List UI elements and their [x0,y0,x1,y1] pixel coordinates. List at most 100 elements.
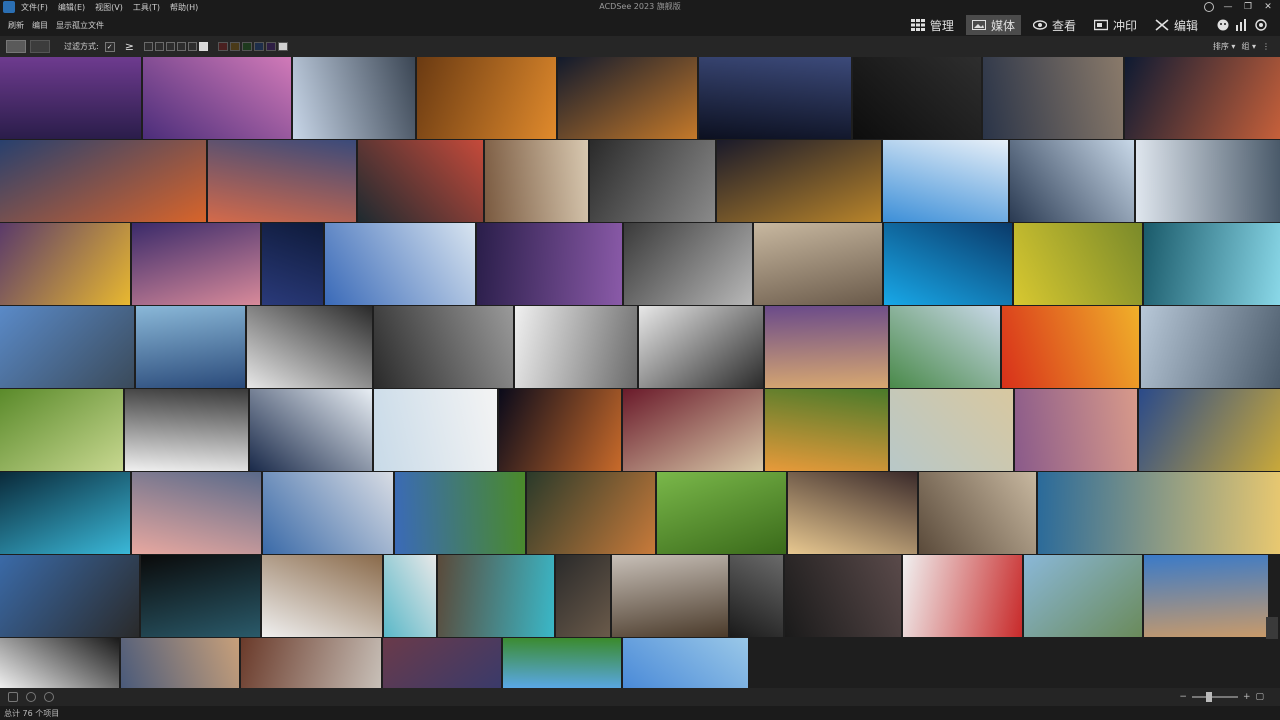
rotate-right-icon[interactable] [44,692,54,702]
thumbnail-item[interactable] [358,140,483,222]
tab-edit[interactable]: 编辑 [1149,15,1204,35]
more-icon[interactable]: ⋮ [1262,42,1270,51]
tab-develop[interactable]: 冲印 [1088,15,1143,35]
label-green-box[interactable] [241,42,252,51]
thumbnail-item[interactable] [765,389,888,471]
thumbnail-item[interactable] [623,638,748,688]
thumbnail-item[interactable] [1024,555,1142,637]
thumbnail-item[interactable] [263,472,393,554]
thumbnail-item[interactable] [527,472,655,554]
tab-view[interactable]: 查看 [1027,15,1082,35]
label-none-box[interactable] [277,42,288,51]
thumbnail-item[interactable] [1015,389,1137,471]
thumbnail-item[interactable] [136,306,245,388]
thumbnail-item[interactable] [890,306,1000,388]
tab-extra-tools[interactable] [1210,15,1274,35]
thumbnail-item[interactable] [503,638,621,688]
refresh-button[interactable]: 刷新 [8,20,24,31]
rating-1-box[interactable] [143,42,153,51]
thumbnail-item[interactable] [1038,472,1280,554]
filter-checkbox[interactable]: ✓ [104,41,115,52]
thumbnail-item[interactable] [250,389,372,471]
thumbnail-item[interactable] [0,389,123,471]
thumbnail-item[interactable] [0,306,134,388]
thumbnail-item[interactable] [247,306,372,388]
thumbnail-item[interactable] [1125,57,1280,139]
thumbnail-item[interactable] [143,57,291,139]
rating-4-box[interactable] [176,42,186,51]
thumbnail-item[interactable] [903,555,1022,637]
thumbnail-item[interactable] [788,472,917,554]
zoom-fit-icon[interactable]: ▢ [1255,692,1264,702]
thumbnail-item[interactable] [293,57,415,139]
menu-file[interactable]: 文件(F) [21,2,48,13]
scroll-marker[interactable] [1266,617,1278,639]
thumbnail-item[interactable] [612,555,728,637]
thumbnail-item[interactable] [132,223,260,305]
thumbnail-item[interactable] [125,389,248,471]
rating-3-box[interactable] [165,42,175,51]
thumbnail-item[interactable] [890,389,1013,471]
thumbnail-item[interactable] [262,223,323,305]
thumbnail-item[interactable] [1136,140,1280,222]
rating-none-box[interactable] [198,42,208,51]
rating-comparator[interactable]: ≥ [125,40,134,53]
zoom-in-icon[interactable]: + [1243,692,1251,702]
thumbnail-item[interactable] [374,306,513,388]
thumbnail-item[interactable] [624,223,752,305]
thumbnail-item[interactable] [884,223,1012,305]
minimize-button[interactable]: — [1222,1,1234,13]
zoom-slider-thumb[interactable] [1205,692,1212,702]
thumbnail-item[interactable] [477,223,622,305]
menu-help[interactable]: 帮助(H) [170,2,198,13]
view-thumbnails-button[interactable] [6,40,26,53]
tab-manage[interactable]: 管理 [905,15,960,35]
thumbnail-item[interactable] [983,57,1123,139]
menu-edit[interactable]: 编辑(E) [58,2,85,13]
zoom-out-icon[interactable]: − [1179,692,1187,702]
thumbnail-item[interactable] [785,555,901,637]
thumbnail-item[interactable] [0,140,206,222]
thumbnail-item[interactable] [765,306,888,388]
zoom-slider[interactable] [1191,692,1238,702]
thumbnail-item[interactable] [717,140,881,222]
thumbnail-item[interactable] [0,57,141,139]
thumbnail-item[interactable] [556,555,610,637]
thumbnail-item[interactable] [262,555,382,637]
user-account-icon[interactable] [1204,2,1214,12]
label-blue-box[interactable] [253,42,264,51]
thumbnail-item[interactable] [208,140,356,222]
thumbnail-item[interactable] [499,389,621,471]
thumbnail-item[interactable] [919,472,1036,554]
thumbnail-item[interactable] [0,472,130,554]
thumbnail-item[interactable] [384,555,436,637]
thumbnail-item[interactable] [1144,223,1280,305]
show-orphans-button[interactable]: 显示孤立文件 [56,20,104,31]
rating-2-box[interactable] [154,42,164,51]
label-purple-box[interactable] [265,42,276,51]
group-dropdown[interactable]: 组 ▾ [1241,41,1256,52]
view-list-button[interactable] [30,40,50,53]
menu-tools[interactable]: 工具(T) [133,2,160,13]
restore-button[interactable]: ❐ [1242,1,1254,13]
label-yellow-box[interactable] [229,42,240,51]
thumbnail-item[interactable] [558,57,697,139]
thumbnail-item[interactable] [241,638,381,688]
thumbnail-item[interactable] [883,140,1008,222]
thumbnail-item[interactable] [374,389,497,471]
thumbnail-item[interactable] [121,638,239,688]
thumbnail-item[interactable] [1014,223,1142,305]
catalog-button[interactable]: 编目 [32,20,48,31]
thumbnail-item[interactable] [853,57,981,139]
thumbnail-item[interactable] [417,57,556,139]
thumbnail-item[interactable] [657,472,786,554]
thumbnail-item[interactable] [383,638,501,688]
thumbnail-item[interactable] [0,223,130,305]
thumbnail-item[interactable] [132,472,261,554]
thumbnail-item[interactable] [699,57,851,139]
thumbnail-item[interactable] [515,306,637,388]
thumbnail-item[interactable] [1139,389,1280,471]
thumbnail-item[interactable] [0,555,139,637]
label-red-box[interactable] [217,42,228,51]
sort-dropdown[interactable]: 排序 ▾ [1213,41,1236,52]
